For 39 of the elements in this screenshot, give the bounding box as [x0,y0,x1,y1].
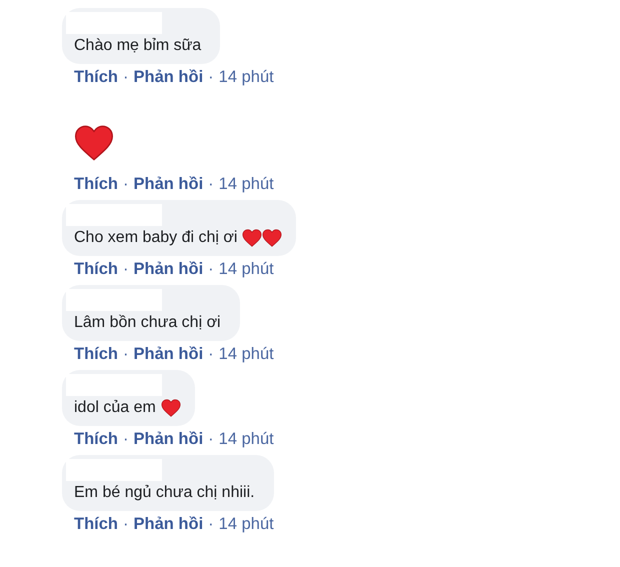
separator: · [123,429,128,449]
separator: · [208,67,214,87]
separator: · [208,429,214,449]
action-link[interactable]: Phản hồi [134,429,204,449]
action-link[interactable]: Phản hồi [134,174,204,194]
timestamp: 14 phút [218,67,274,87]
separator: · [208,174,214,194]
action-link[interactable]: Thích [74,67,118,87]
separator: · [123,259,128,279]
timestamp: 14 phút [218,429,274,449]
timestamp: 14 phút [218,344,274,364]
action-link[interactable]: Phản hồi [134,344,204,364]
timestamp: 14 phút [218,514,274,534]
timestamp: 14 phút [218,259,274,279]
comment-text: Em bé ngủ chưa chị nhiii. [74,483,255,503]
action-link[interactable]: Thích [74,174,118,194]
action-link[interactable]: Phản hồi [134,514,204,534]
separator: · [123,174,128,194]
action-link[interactable]: Thích [74,429,118,449]
separator: · [208,259,214,279]
comment-text: Chào mẹ bỉm sữa [74,36,202,56]
comment-text: Cho xem baby đi chị ơi [74,228,238,248]
timestamp: 14 phút [218,174,274,194]
heart-icon [242,228,262,248]
separator: · [123,344,128,364]
heart-icon [262,228,282,248]
comment-text: Lâm bồn chưa chị ơi [74,313,221,333]
action-link[interactable]: Thích [74,514,118,534]
separator: · [123,67,128,87]
comment-text: idol của em [74,398,156,418]
action-link[interactable]: Phản hồi [134,67,204,87]
action-link[interactable]: Phản hồi [134,259,204,279]
action-link[interactable]: Thích [74,259,118,279]
heart-icon [74,123,114,163]
heart-icon [160,398,181,418]
separator: · [208,344,214,364]
separator: · [123,514,128,534]
action-link[interactable]: Thích [74,344,118,364]
separator: · [208,514,214,534]
